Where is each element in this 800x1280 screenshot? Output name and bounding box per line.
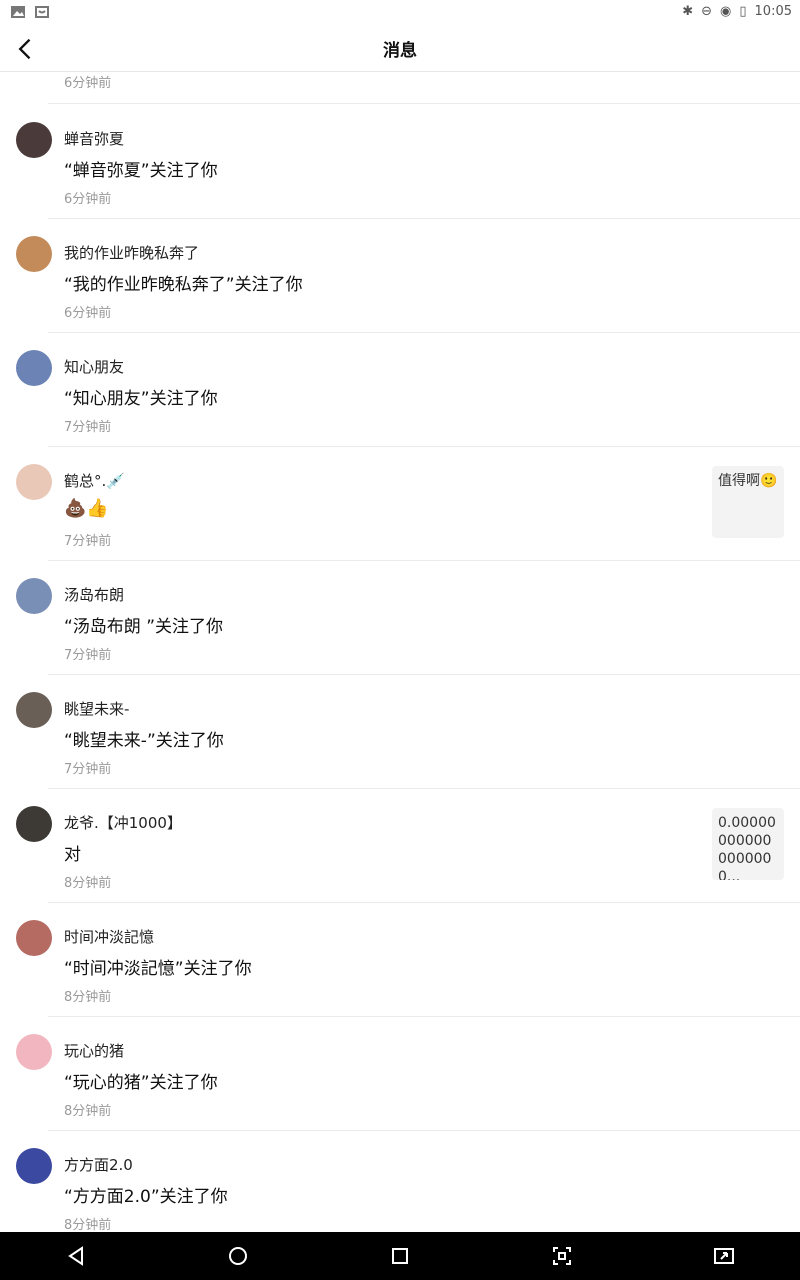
notification-message: “我的作业昨晚私奔了”关注了你 (64, 275, 303, 295)
avatar[interactable] (16, 1034, 52, 1070)
user-name[interactable]: 龙爷.【冲1000】 (64, 812, 182, 833)
notification-time: 6分钟前 (64, 306, 112, 321)
list-item[interactable]: 蝉音弥夏 “蝉音弥夏”关注了你 6分钟前 (0, 104, 800, 218)
avatar[interactable] (16, 920, 52, 956)
notification-time: 8分钟前 (64, 1218, 112, 1232)
comment-thumbnail[interactable]: 0.000000000000000000... (712, 808, 784, 880)
comment-thumbnail[interactable]: 值得啊🙂 (712, 466, 784, 538)
recents-square-icon[interactable] (388, 1244, 412, 1268)
user-name[interactable]: 知心朋友 (64, 356, 124, 377)
notification-message: 💩👍 (64, 498, 109, 519)
partial-time: 6分钟前 (64, 76, 112, 91)
notification-message: “汤岛布朗 ”关注了你 (64, 617, 224, 637)
notification-time: 7分钟前 (64, 762, 112, 777)
user-name[interactable]: 时间冲淡記憶 (64, 926, 154, 947)
user-name[interactable]: 眺望未来- (64, 698, 129, 719)
avatar[interactable] (16, 578, 52, 614)
notification-time: 7分钟前 (64, 534, 112, 549)
user-name[interactable]: 我的作业昨晚私奔了 (64, 242, 199, 263)
wifi-icon: ◉ (720, 4, 732, 19)
avatar[interactable] (16, 1148, 52, 1184)
notification-time: 8分钟前 (64, 990, 112, 1005)
list-item[interactable]: 我的作业昨晚私奔了 “我的作业昨晚私奔了”关注了你 6分钟前 (0, 218, 800, 332)
system-nav-bar (0, 1232, 800, 1280)
do-not-disturb-icon: ⊖ (701, 4, 713, 19)
bluetooth-icon: ✱ (682, 4, 694, 19)
notification-message: “蝉音弥夏”关注了你 (64, 161, 218, 181)
notification-message: 对 (64, 845, 81, 865)
notification-list: 6分钟前 蝉音弥夏 “蝉音弥夏”关注了你 6分钟前 我的作业昨晚私奔了 “我的作… (0, 72, 800, 1232)
notification-time: 6分钟前 (64, 192, 112, 207)
notification-time: 8分钟前 (64, 876, 112, 891)
notification-message: “玩心的猪”关注了你 (64, 1073, 218, 1093)
avatar[interactable] (16, 692, 52, 728)
list-item[interactable]: 鹤总°.💉 💩👍 7分钟前 值得啊🙂 (0, 446, 800, 560)
user-name[interactable]: 鹤总°.💉 (64, 470, 125, 491)
status-time: 10:05 (754, 4, 792, 19)
notification-time: 7分钟前 (64, 648, 112, 663)
screenshot-icon[interactable] (550, 1244, 574, 1268)
list-item[interactable]: 龙爷.【冲1000】 对 8分钟前 0.000000000000000000..… (0, 788, 800, 902)
avatar[interactable] (16, 464, 52, 500)
notification-message: “眺望未来-”关注了你 (64, 731, 224, 751)
back-triangle-icon[interactable] (64, 1244, 88, 1268)
user-name[interactable]: 方方面2.0 (64, 1154, 133, 1175)
notification-time: 8分钟前 (64, 1104, 112, 1119)
battery-icon: ▯ (739, 4, 747, 19)
avatar[interactable] (16, 350, 52, 386)
pip-icon[interactable] (712, 1244, 736, 1268)
image-icon (11, 6, 25, 18)
page-title: 消息 (383, 41, 417, 61)
notification-message: “方方面2.0”关注了你 (64, 1187, 228, 1207)
store-icon (35, 6, 49, 18)
avatar[interactable] (16, 236, 52, 272)
list-item[interactable]: 知心朋友 “知心朋友”关注了你 7分钟前 (0, 332, 800, 446)
list-item[interactable]: 玩心的猪 “玩心的猪”关注了你 8分钟前 (0, 1016, 800, 1130)
list-item[interactable]: 眺望未来- “眺望未来-”关注了你 7分钟前 (0, 674, 800, 788)
list-item[interactable]: 时间冲淡記憶 “时间冲淡記憶”关注了你 8分钟前 (0, 902, 800, 1016)
notification-message: “时间冲淡記憶”关注了你 (64, 959, 252, 979)
user-name[interactable]: 汤岛布朗 (64, 584, 124, 605)
notification-message: “知心朋友”关注了你 (64, 389, 218, 409)
user-name[interactable]: 玩心的猪 (64, 1040, 124, 1061)
home-circle-icon[interactable] (226, 1244, 250, 1268)
notification-time: 7分钟前 (64, 420, 112, 435)
avatar[interactable] (16, 122, 52, 158)
user-name[interactable]: 蝉音弥夏 (64, 128, 124, 149)
status-bar: ✱ ⊖ ◉ ▯ 10:05 (0, 0, 800, 25)
list-item[interactable]: 方方面2.0 “方方面2.0”关注了你 8分钟前 (0, 1130, 800, 1232)
avatar[interactable] (16, 806, 52, 842)
list-item[interactable]: 汤岛布朗 “汤岛布朗 ”关注了你 7分钟前 (0, 560, 800, 674)
top-bar: 消息 (0, 25, 800, 72)
